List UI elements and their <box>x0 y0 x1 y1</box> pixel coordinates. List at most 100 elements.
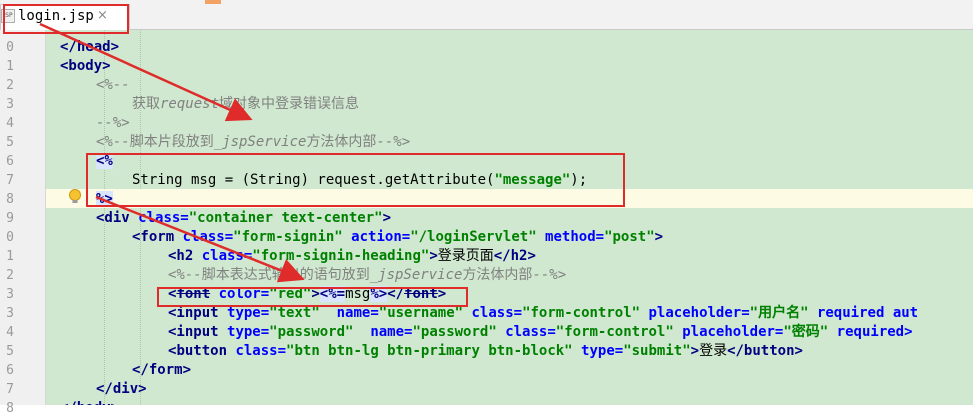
code-token: "/loginServlet" <box>410 229 546 245</box>
code-token: method= <box>545 229 605 245</box>
code-token: class= <box>201 248 253 264</box>
modified-marker <box>205 0 221 4</box>
code-line[interactable]: <input type="password" name="password" c… <box>168 323 913 342</box>
line-number: 3 <box>6 97 14 112</box>
code-token: "password" <box>412 324 506 340</box>
code-token: </button> <box>727 343 803 359</box>
code-token: > <box>382 210 392 226</box>
code-token: --%> <box>96 115 130 131</box>
code-token: "btn btn-lg btn-primary btn-block" <box>286 343 582 359</box>
line-number: 6 <box>6 154 14 169</box>
code-token: required <box>816 305 893 321</box>
code-token: aut <box>892 305 919 321</box>
code-token: </head> <box>60 39 120 55</box>
code-line[interactable]: </body> <box>60 399 119 405</box>
code-token: 方法体内部 <box>462 267 533 283</box>
code-token: class= <box>138 210 189 226</box>
code-token: </h2> <box>493 248 536 264</box>
line-number: 2 <box>6 268 14 283</box>
annotation-box-tab <box>3 4 129 34</box>
code-token: <body> <box>60 58 111 74</box>
line-number: 4 <box>6 116 14 131</box>
line-number: 0 <box>6 230 14 245</box>
line-number: 3 <box>6 287 14 302</box>
code-line[interactable]: <div class="container text-center"> <box>96 209 391 228</box>
line-number: 8 <box>6 192 14 207</box>
code-token: <input <box>168 305 228 321</box>
code-line[interactable]: </head> <box>60 38 119 57</box>
line-number: 6 <box>6 363 14 378</box>
code-line[interactable]: <h2 class="form-signin-heading">登录页面</h2… <box>168 247 536 266</box>
code-line[interactable]: <%--脚本片段放到_jspService方法体内部--%> <box>96 133 410 152</box>
code-token: "post" <box>604 229 655 245</box>
code-line[interactable]: <form class="form-signin" action="/login… <box>132 228 663 247</box>
code-token: type= <box>227 305 270 321</box>
line-number-gutter: 0 1 2 3 4 5 6 7 8 9 0 1 2 3 3 4 5 6 7 8 <box>0 30 46 416</box>
code-token: required> <box>836 324 913 340</box>
code-token: --%> <box>532 267 567 283</box>
code-token: </form> <box>132 362 192 378</box>
code-token: class= <box>182 229 234 245</box>
code-token: <h2 <box>168 248 202 264</box>
code-token: 登录页面 <box>437 248 494 264</box>
code-token: class= <box>471 305 523 321</box>
code-token: request <box>160 96 220 112</box>
code-token: > <box>429 248 438 264</box>
line-number: 1 <box>6 59 14 74</box>
code-token: name= <box>370 324 413 340</box>
code-token: </body> <box>60 400 119 405</box>
code-line[interactable]: </div> <box>96 380 147 399</box>
code-line[interactable]: <button class="btn btn-lg btn-primary bt… <box>168 342 803 361</box>
annotation-box-scriptlet <box>86 153 625 207</box>
code-token: "密码" <box>783 324 837 340</box>
code-line[interactable]: <%--脚本表达式输出的语句放到_jspService方法体内部--%> <box>168 266 566 285</box>
code-token: > <box>654 229 664 245</box>
line-number: 0 <box>6 40 14 55</box>
code-token: "用户名" <box>749 305 817 321</box>
code-line[interactable]: --%> <box>96 114 130 133</box>
line-number: 7 <box>6 173 14 188</box>
annotation-box-expression <box>157 287 468 307</box>
code-token: 登录 <box>699 343 728 359</box>
code-line[interactable]: 获取request域对象中登录错误信息 <box>132 95 359 114</box>
code-token: <%-- <box>96 77 130 93</box>
line-number: 3 <box>6 306 14 321</box>
code-token: <%-- <box>168 267 202 283</box>
editor-tab-bar: JSP login.jsp × <box>0 0 973 30</box>
line-number: 2 <box>6 78 14 93</box>
code-token: button <box>176 343 236 359</box>
code-token: </div> <box>96 381 147 397</box>
code-token: 脚本片段放到 <box>129 134 214 150</box>
code-token: --%> <box>376 134 411 150</box>
code-token: <div <box>96 210 139 226</box>
code-token: class= <box>235 343 287 359</box>
line-number: 9 <box>6 211 14 226</box>
line-number: 8 <box>6 401 14 416</box>
code-token: "text" <box>269 305 337 321</box>
line-number: 5 <box>6 344 14 359</box>
code-line[interactable]: <%-- <box>96 76 130 95</box>
code-token: 获取 <box>132 96 160 112</box>
code-token: <form <box>132 229 183 245</box>
code-token: _jspService <box>369 267 463 283</box>
code-token: "form-signin-heading" <box>252 248 430 264</box>
code-token: "form-control" <box>555 324 683 340</box>
code-token: "password" <box>269 324 371 340</box>
code-token: 域对象中登录错误信息 <box>219 96 360 112</box>
lightbulb-icon[interactable] <box>68 189 82 204</box>
code-token: 方法体内部 <box>306 134 377 150</box>
code-line[interactable]: <body> <box>60 57 111 76</box>
code-token: type= <box>581 343 624 359</box>
code-token: class= <box>505 324 556 340</box>
code-token: placeholder= <box>648 305 750 321</box>
code-line[interactable]: </form> <box>132 361 191 380</box>
code-token: "form-control" <box>522 305 649 321</box>
code-token: type= <box>227 324 270 340</box>
code-token: "username" <box>378 305 472 321</box>
code-token: "form-signin" <box>233 229 352 245</box>
code-token: > <box>690 343 700 359</box>
code-token: placeholder= <box>682 324 784 340</box>
code-editor[interactable]: </head> <body> <%-- 获取request域对象中登录错误信息 --%>… <box>46 30 973 405</box>
code-token: <input <box>168 324 228 340</box>
line-number: 1 <box>6 249 14 264</box>
